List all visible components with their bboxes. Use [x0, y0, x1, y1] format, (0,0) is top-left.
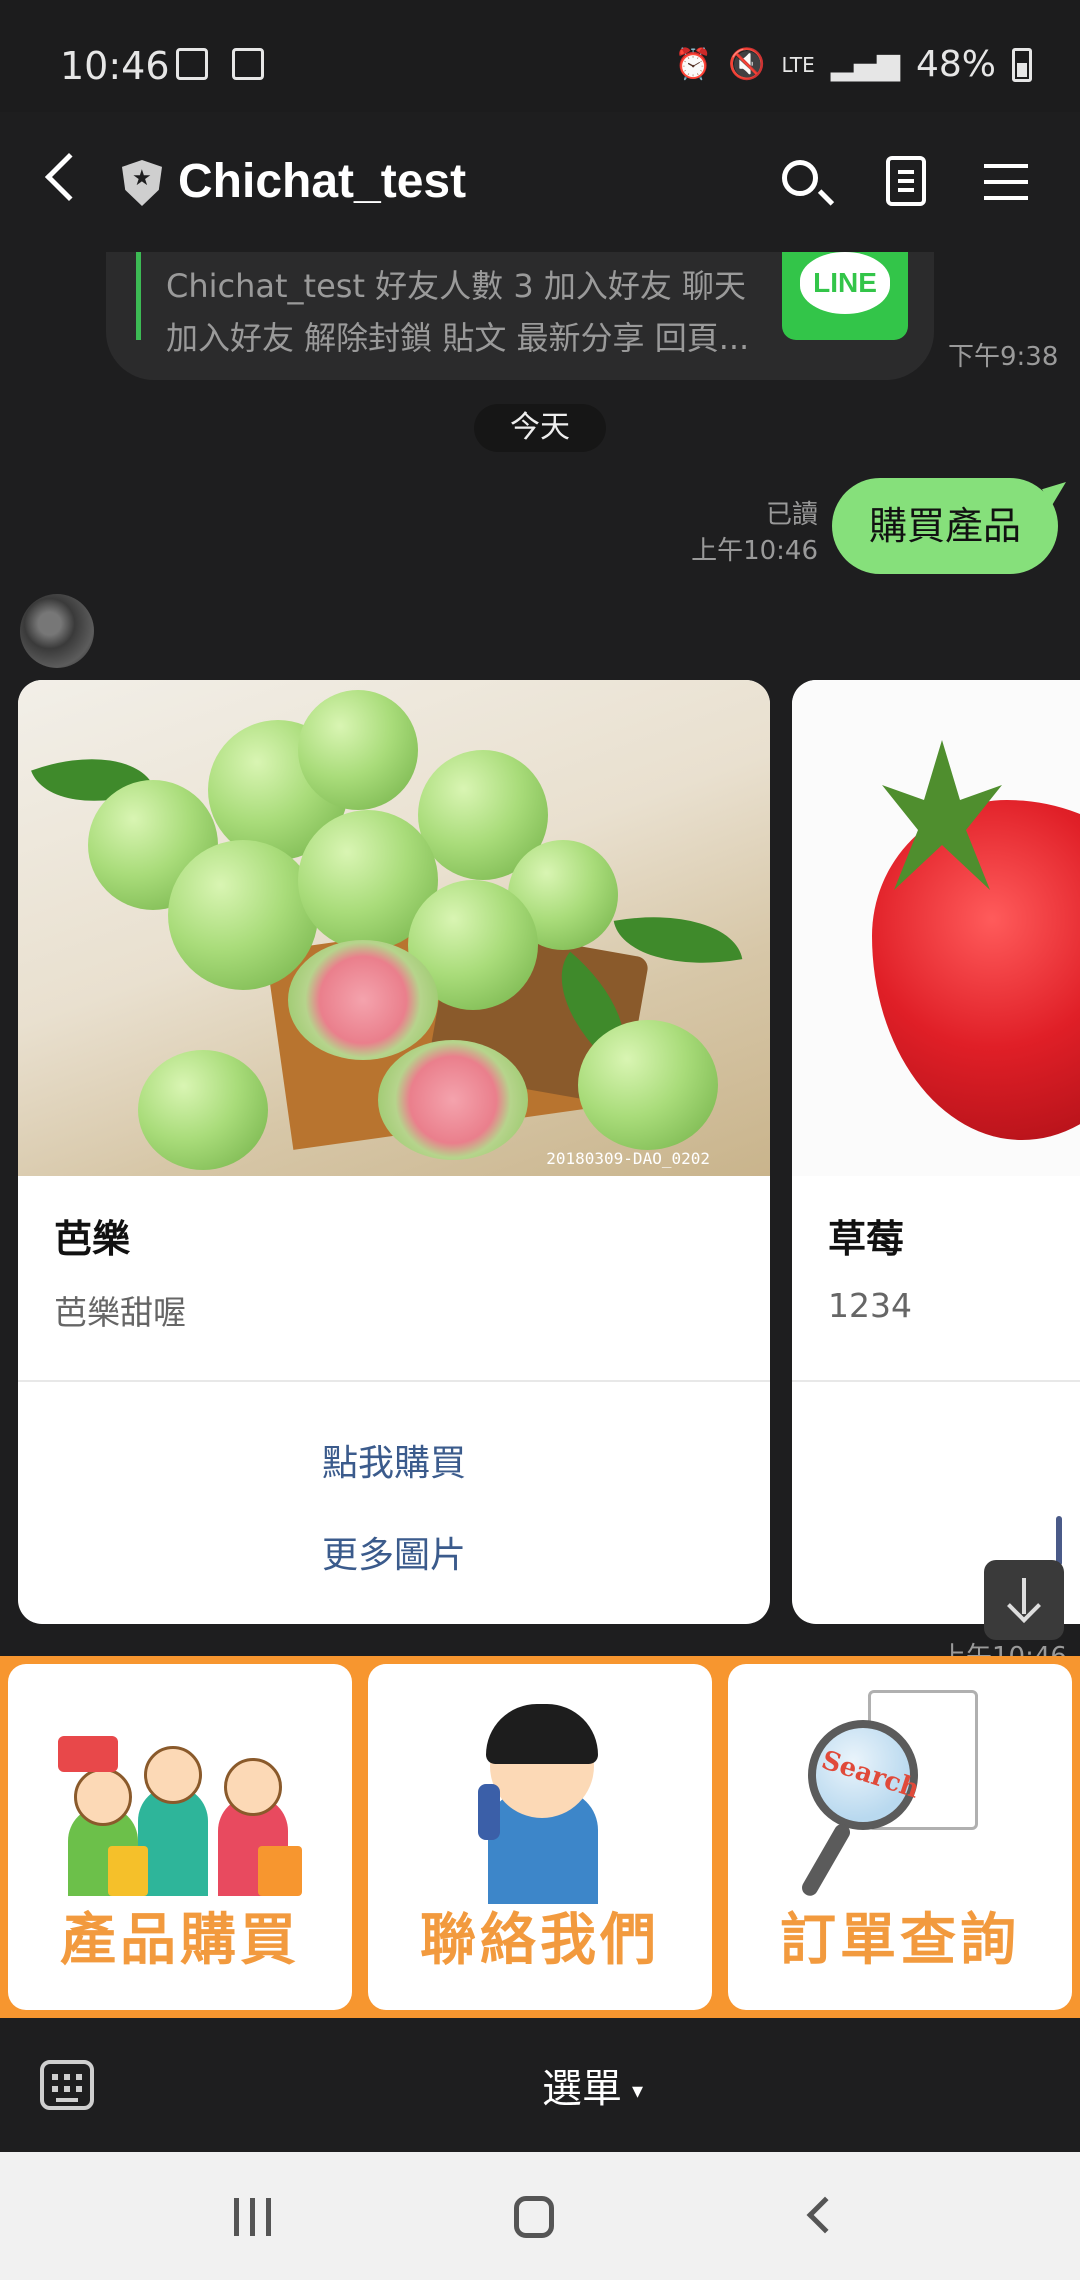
rich-menu-label: 產品購買 — [60, 1908, 300, 1973]
card-divider — [792, 1380, 1080, 1382]
scroll-to-bottom-icon[interactable] — [984, 1560, 1064, 1640]
guava-shape — [168, 840, 318, 990]
sent-message-bubble[interactable]: 購買產品 — [832, 478, 1058, 574]
rich-menu-product-purchase[interactable]: 產品購買 — [8, 1664, 352, 2010]
recent-apps-icon[interactable] — [234, 2198, 274, 2236]
keyboard-icon[interactable] — [40, 2060, 94, 2110]
bag-shape — [258, 1846, 302, 1896]
magnifier-handle-shape — [799, 1821, 853, 1899]
wifi-calling-icon — [232, 48, 264, 80]
back-icon[interactable] — [44, 152, 94, 202]
status-right-icons: ⏰ 🔇 LTE ▂▄▆ 48% — [675, 44, 1032, 85]
rich-menu: 產品購買 聯絡我們 Search 訂單查詢 — [0, 1656, 1080, 2018]
system-back-icon[interactable] — [806, 2196, 844, 2234]
menu-toggle-label: 選單 — [542, 2066, 622, 2112]
line-logo-icon: LINE — [782, 252, 908, 340]
head-shape — [144, 1746, 202, 1804]
chat-header: ★ Chichat_test — [0, 112, 1080, 252]
card-title: 芭樂 — [54, 1217, 131, 1261]
status-bar: 10:46 ⏰ 🔇 LTE ▂▄▆ 48% — [0, 0, 1080, 112]
bag-shape — [108, 1846, 148, 1896]
home-icon[interactable] — [514, 2196, 554, 2238]
guava-cut-shape — [378, 1040, 528, 1160]
rich-menu-label: 訂單查詢 — [780, 1908, 1020, 1973]
card-description: 1234 — [828, 1286, 912, 1325]
shared-link-card[interactable]: Chichat_test 好友人數 3 加入好友 聊天 加入好友 解除封鎖 貼文… — [106, 252, 934, 380]
battery-percent: 48% — [915, 44, 996, 85]
shared-link-text: Chichat_test 好友人數 3 加入好友 聊天 加入好友 解除封鎖 貼文… — [166, 260, 776, 364]
signal-icon: ▂▄▆ — [830, 47, 900, 82]
card-title: 草莓 — [828, 1217, 905, 1261]
sent-timestamp: 上午10:46 — [691, 536, 818, 566]
image-caption: 20180309-DAO_0202 — [546, 1149, 710, 1168]
alarm-icon: ⏰ — [674, 47, 713, 82]
rich-menu-label: 聯絡我們 — [420, 1908, 660, 1973]
card-divider — [18, 1380, 770, 1382]
guava-cut-shape — [288, 940, 438, 1060]
quote-bar — [136, 252, 141, 340]
rich-menu-order-inquiry[interactable]: Search 訂單查詢 — [728, 1664, 1072, 2010]
menu-toggle-button[interactable]: 選單 ▾ — [542, 2056, 643, 2114]
hair-shape — [486, 1704, 598, 1764]
lte-label: LTE — [781, 52, 815, 77]
notes-icon[interactable] — [886, 156, 926, 206]
caret-down-icon: ▾ — [632, 2078, 644, 2104]
status-time: 10:46 — [60, 44, 170, 88]
gift-box-shape — [58, 1736, 118, 1772]
guava-shape — [298, 690, 418, 810]
received-timestamp: 上午10:46 — [940, 1636, 1067, 1656]
status-left-icons — [176, 48, 264, 80]
search-document-icon: Search — [799, 1690, 978, 1900]
more-photos-button[interactable]: 更多圖片 — [18, 1526, 770, 1578]
mute-icon: 🔇 — [728, 47, 766, 82]
shield-star-icon: ★ — [132, 166, 152, 191]
scrollbar-thumb[interactable] — [1056, 1516, 1062, 1566]
chat-title[interactable]: Chichat_test — [178, 154, 466, 209]
phone-call-icon — [478, 1694, 608, 1904]
guava-shape — [138, 1050, 268, 1170]
product-card-guava[interactable]: 20180309-DAO_0202 芭樂 芭樂甜喔 點我購買 更多圖片 — [18, 680, 770, 1624]
bot-avatar[interactable] — [20, 594, 94, 668]
chat-area[interactable]: Chichat_test 好友人數 3 加入好友 聊天 加入好友 解除封鎖 貼文… — [0, 252, 1080, 1656]
message-timestamp: 下午9:38 — [948, 342, 1059, 372]
read-receipt: 已讀 — [765, 500, 818, 530]
head-shape — [224, 1758, 282, 1816]
card-description: 芭樂甜喔 — [54, 1293, 186, 1332]
menu-icon[interactable] — [984, 164, 1028, 200]
shoppers-icon — [58, 1716, 302, 1896]
line-logo-text: LINE — [800, 252, 890, 314]
phone-shape — [478, 1784, 500, 1840]
shared-link-line-1: Chichat_test 好友人數 3 加入好友 聊天 — [166, 267, 747, 305]
system-nav-bar — [0, 2152, 1080, 2280]
rich-menu-contact-us[interactable]: 聯絡我們 — [368, 1664, 712, 2010]
bottom-bar: 選單 ▾ — [0, 2018, 1080, 2152]
strawberry-image[interactable] — [792, 680, 1080, 1176]
battery-icon — [1012, 47, 1032, 82]
head-shape — [74, 1768, 132, 1826]
product-card-strawberry[interactable]: 草莓 1234 — [792, 680, 1080, 1624]
search-icon[interactable] — [782, 160, 818, 196]
shared-link-line-2: 加入好友 解除封鎖 貼文 最新分享 回頁... — [166, 319, 750, 357]
guava-shape — [578, 1020, 718, 1150]
gallery-icon — [176, 48, 208, 80]
strawberry-shape — [872, 800, 1080, 1140]
buy-now-button[interactable]: 點我購買 — [18, 1434, 770, 1486]
date-divider: 今天 — [474, 404, 606, 452]
guava-image[interactable]: 20180309-DAO_0202 — [18, 680, 770, 1176]
